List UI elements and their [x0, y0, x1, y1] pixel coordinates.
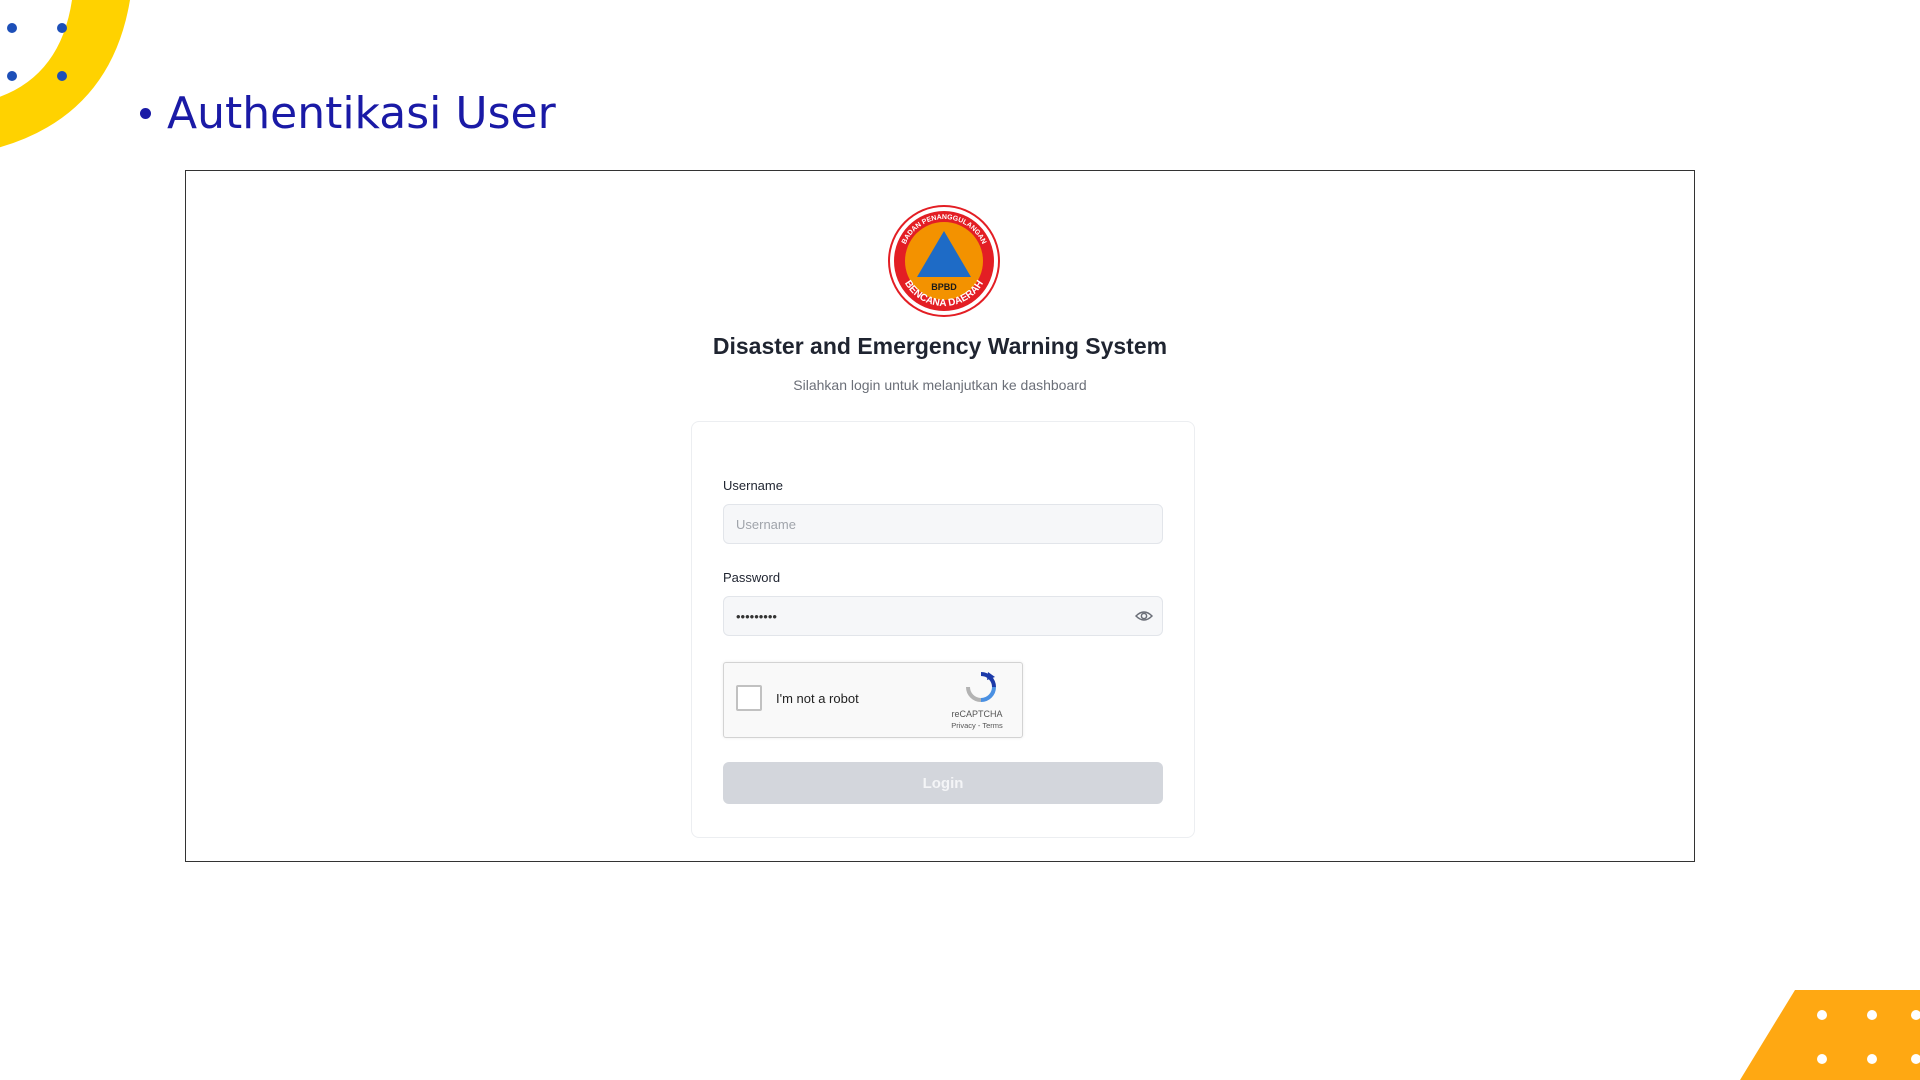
decorative-shape-bottom-right	[1740, 990, 1920, 1080]
decorative-arc-top-left	[0, 0, 130, 148]
recaptcha-widget: I'm not a robot reCAPTCHA Privacy - Term…	[723, 662, 1023, 738]
recaptcha-privacy-link[interactable]: Privacy	[951, 721, 976, 730]
show-password-eye-icon[interactable]	[1134, 607, 1154, 625]
app-title: Disaster and Emergency Warning System	[712, 333, 1168, 359]
recaptcha-checkbox[interactable]	[736, 685, 762, 711]
recaptcha-links: Privacy - Terms	[934, 721, 1020, 730]
recaptcha-logo-icon	[966, 672, 996, 702]
login-card: Username Password I'm not a robot reCAPT…	[691, 421, 1195, 838]
recaptcha-terms-link[interactable]: Terms	[982, 721, 1002, 730]
password-label: Password	[723, 570, 781, 585]
slide-heading: Authentikasi User	[140, 88, 556, 139]
recaptcha-label: I'm not a robot	[776, 691, 859, 706]
login-button[interactable]: Login	[723, 762, 1163, 804]
bullet-icon	[140, 108, 151, 119]
username-label: Username	[723, 478, 783, 493]
recaptcha-brand: reCAPTCHA	[951, 709, 1003, 719]
password-input[interactable]	[723, 596, 1163, 636]
slide-heading-text: Authentikasi User	[167, 88, 556, 139]
svg-text:BPBD: BPBD	[931, 282, 957, 292]
login-screenshot-frame: BPBD BADAN PENANGGULANGAN BENCANA DAERAH…	[185, 170, 1695, 862]
username-input[interactable]	[723, 504, 1163, 544]
app-subtitle: Silahkan login untuk melanjutkan ke dash…	[793, 377, 1087, 393]
bpbd-logo: BPBD BADAN PENANGGULANGAN BENCANA DAERAH	[888, 205, 1000, 317]
